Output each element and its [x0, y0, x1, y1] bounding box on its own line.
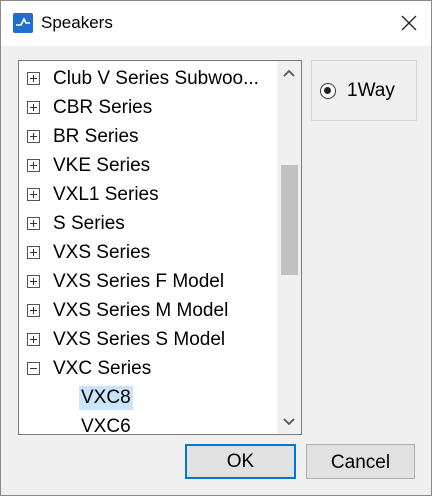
tree-item[interactable]: VXS Series F Model	[19, 267, 277, 296]
tree-item-label: VXC8	[79, 386, 133, 410]
tree-item[interactable]: CBR Series	[19, 93, 277, 122]
title-bar[interactable]: Speakers	[1, 1, 431, 46]
tree-item-label: CBR Series	[53, 97, 153, 118]
tree-item-label: VXL1 Series	[53, 184, 159, 205]
expand-plus-icon[interactable]	[27, 333, 40, 346]
tree-item-label: VXS Series F Model	[53, 271, 225, 292]
cancel-button[interactable]: Cancel	[306, 444, 415, 479]
close-button[interactable]	[385, 1, 431, 46]
tree-item-label: VXS Series M Model	[53, 300, 229, 321]
speaker-tree[interactable]: Club V Series Subwoo... CBR Series BR Seri…	[18, 60, 302, 435]
tree-item[interactable]: S Series	[19, 209, 277, 238]
expand-plus-icon[interactable]	[27, 304, 40, 317]
close-icon	[401, 15, 417, 31]
expand-plus-icon[interactable]	[27, 130, 40, 143]
scroll-down-button[interactable]	[277, 412, 301, 432]
expand-plus-icon[interactable]	[27, 246, 40, 259]
tree-item-label: VXS Series	[53, 242, 151, 263]
radio-dot	[324, 87, 331, 94]
chevron-down-icon	[283, 418, 295, 426]
expand-plus-icon[interactable]	[27, 72, 40, 85]
tree-item-label: VXC Series	[53, 358, 152, 379]
tree-item[interactable]: VXC8	[19, 383, 277, 412]
radio-1way-label[interactable]: 1Way	[347, 80, 395, 102]
scroll-up-button[interactable]	[277, 63, 301, 83]
tree-item-label: VXC6	[81, 416, 131, 435]
tree-item[interactable]: VXL1 Series	[19, 180, 277, 209]
scroll-thumb[interactable]	[281, 165, 298, 275]
tree-item-label: Club V Series Subwoo...	[53, 68, 259, 89]
tree-item[interactable]: VXS Series M Model	[19, 296, 277, 325]
tree-item[interactable]: VXS Series	[19, 238, 277, 267]
expand-plus-icon[interactable]	[27, 188, 40, 201]
tree-item[interactable]: VXS Series S Model	[19, 325, 277, 354]
tree-item-label: VKE Series	[53, 155, 151, 176]
tree-item-label: VXS Series S Model	[53, 329, 226, 350]
chevron-up-icon	[283, 69, 295, 77]
expand-plus-icon[interactable]	[27, 217, 40, 230]
expand-plus-icon[interactable]	[27, 101, 40, 114]
tree-scrollbar[interactable]	[277, 61, 301, 434]
expand-plus-icon[interactable]	[27, 275, 40, 288]
tree-item[interactable]: BR Series	[19, 122, 277, 151]
tree-item-label: S Series	[53, 213, 125, 234]
way-options: 1Way	[311, 60, 417, 121]
tree-item-label: BR Series	[53, 126, 139, 147]
expand-plus-icon[interactable]	[27, 159, 40, 172]
collapse-minus-icon[interactable]	[27, 362, 40, 375]
app-icon	[13, 13, 33, 33]
tree-item[interactable]: VXC Series	[19, 354, 277, 383]
radio-1way[interactable]	[320, 83, 336, 99]
ok-button[interactable]: OK	[185, 444, 296, 479]
window-title: Speakers	[41, 13, 113, 32]
speakers-dialog: Speakers Club V Series Subwoo... CBR Seri…	[0, 0, 432, 496]
tree-item[interactable]: Club V Series Subwoo...	[19, 64, 277, 93]
tree-item[interactable]: VXC6	[19, 412, 277, 435]
tree-item[interactable]: VKE Series	[19, 151, 277, 180]
